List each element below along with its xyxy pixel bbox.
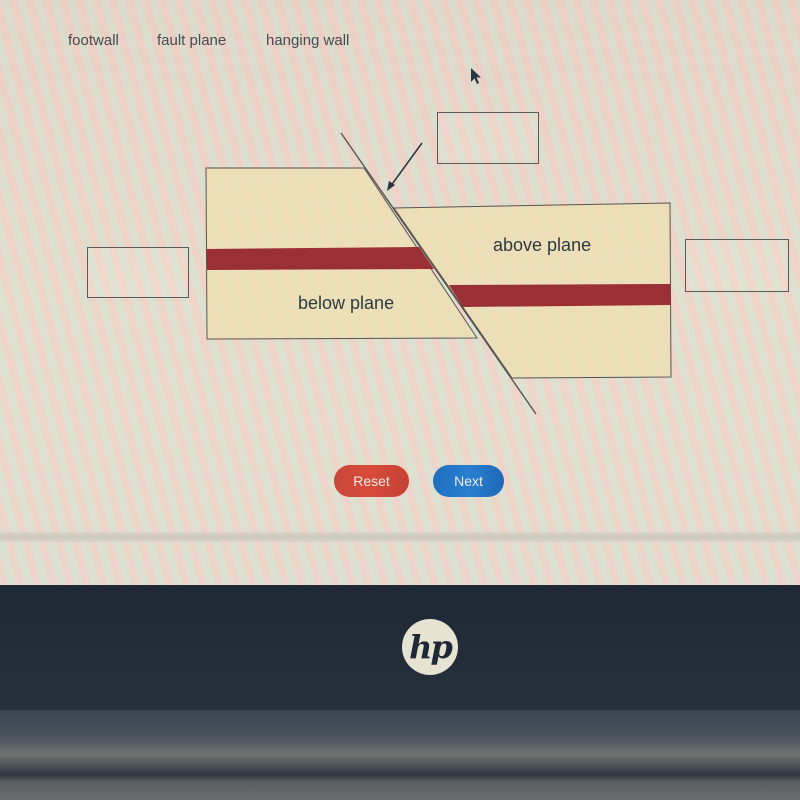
reset-button[interactable]: Reset [334, 465, 409, 497]
rock-layer-footwall [206, 247, 434, 270]
below-plane-label: below plane [298, 293, 395, 313]
rock-layer-hanging-wall [449, 284, 671, 307]
drop-target-right[interactable] [685, 239, 789, 292]
pointer-arrow-icon [389, 142, 423, 188]
next-button[interactable]: Next [433, 465, 504, 497]
above-plane-label: above plane [493, 235, 592, 255]
laptop-bezel [0, 585, 800, 710]
drop-target-left[interactable] [87, 247, 189, 298]
screen: footwall fault plane hanging wall above … [0, 0, 800, 585]
hp-logo-icon: hp [402, 619, 458, 675]
drop-target-top[interactable] [437, 112, 539, 164]
laptop-hinge [0, 710, 800, 800]
screen-divider [0, 532, 800, 542]
